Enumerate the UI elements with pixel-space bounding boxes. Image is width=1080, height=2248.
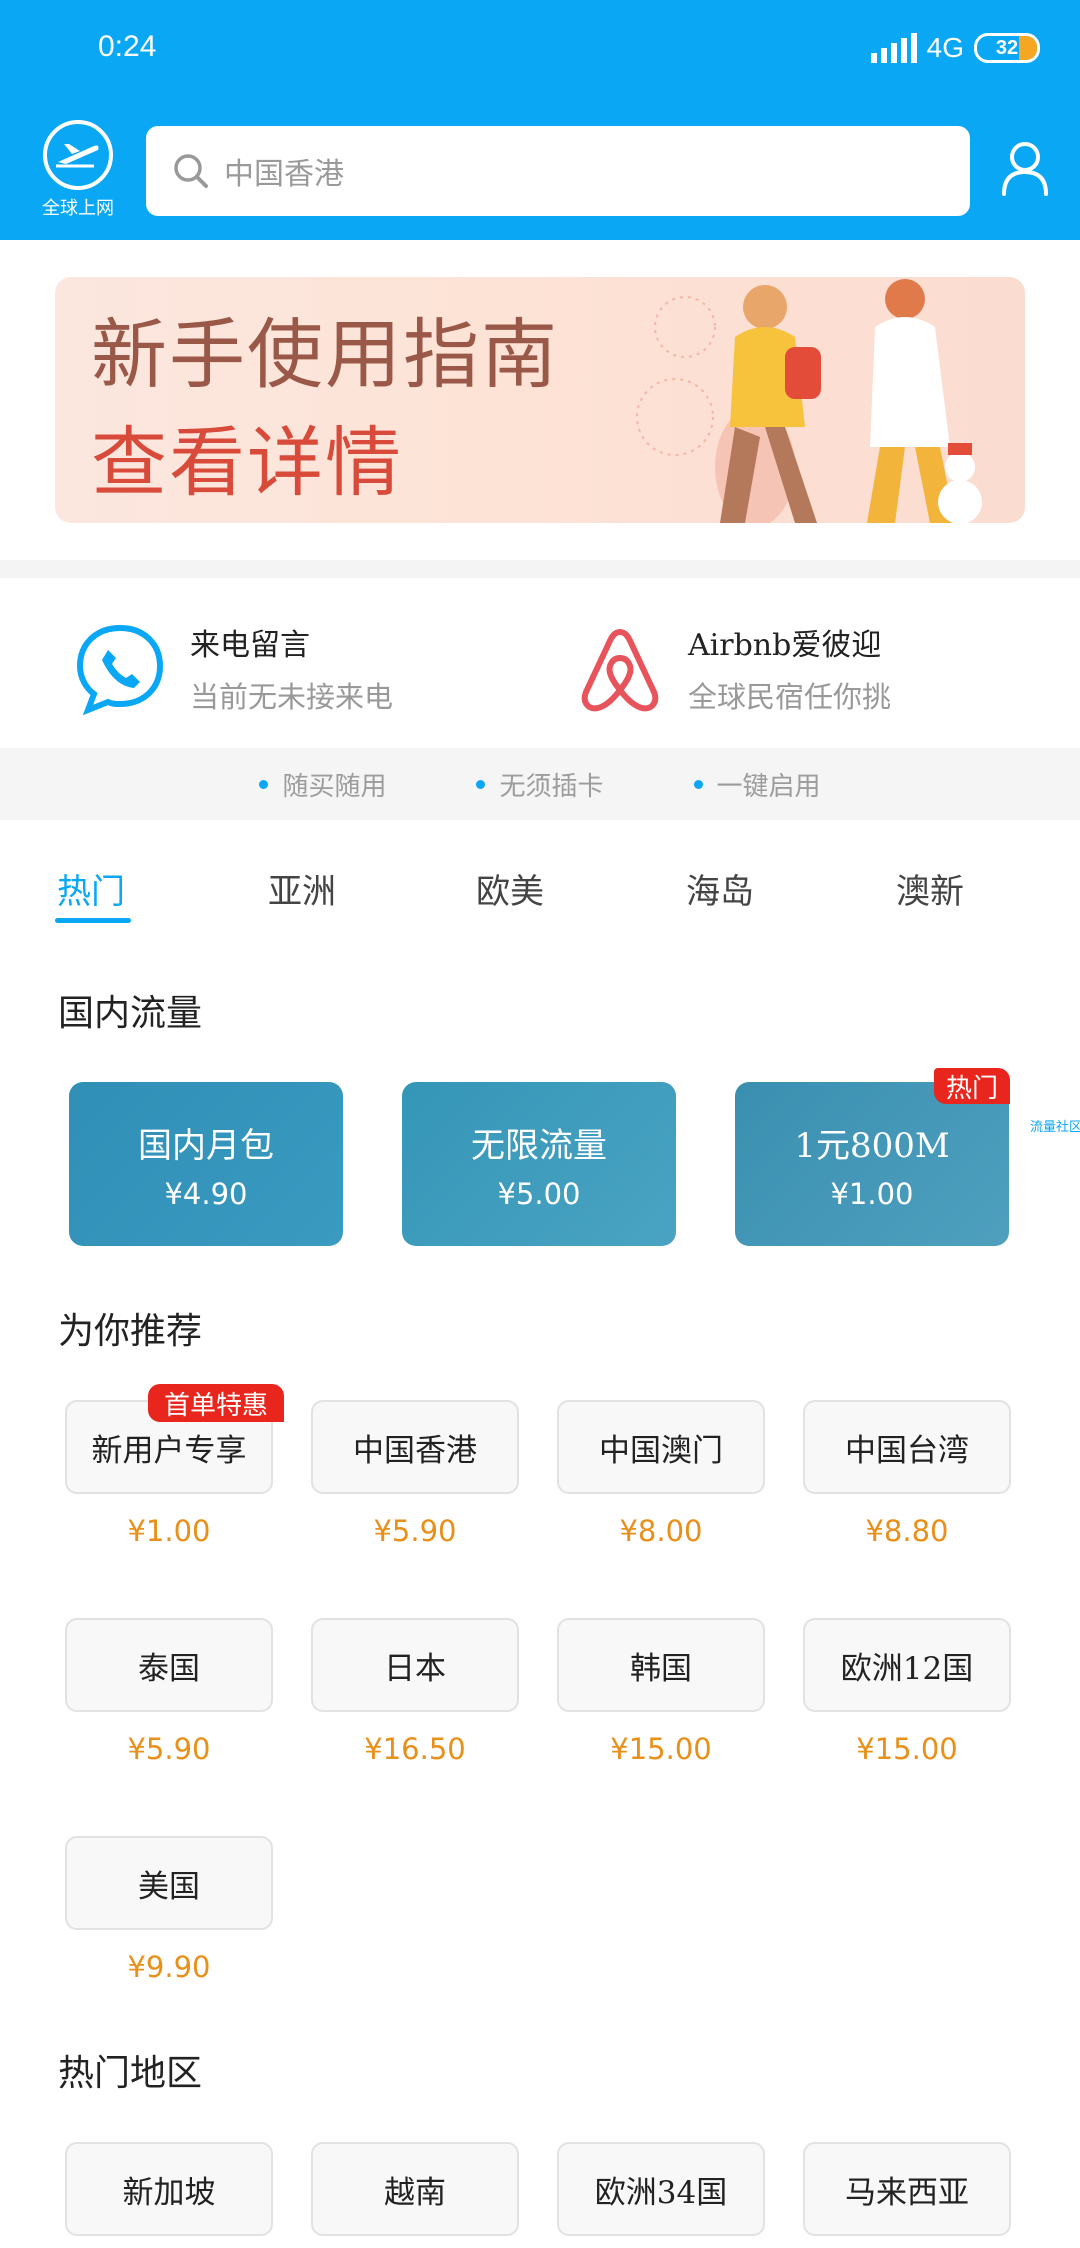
region-tabs: 热门 亚洲 欧美 海岛 澳新 — [0, 864, 1080, 936]
plan-chip[interactable]: 韩国 — [557, 1618, 765, 1712]
feature-item: 无须插卡 — [476, 766, 604, 803]
airbnb-icon — [581, 629, 659, 712]
network-label: 4G — [926, 32, 964, 63]
banner-illustration — [636, 279, 982, 523]
user-icon[interactable] — [1000, 140, 1050, 196]
domestic-card-price: ¥4.90 — [164, 1176, 248, 1211]
plan-price: ¥9.90 — [127, 1950, 211, 1984]
section-divider — [0, 560, 1080, 578]
plan-chip[interactable]: 中国澳门 — [557, 1400, 765, 1494]
region-chip[interactable]: 新加坡 — [65, 2142, 273, 2236]
tab-hot[interactable]: 热门 — [57, 864, 125, 913]
banner-subtitle: 查看详情 — [91, 418, 403, 507]
plan-price: ¥15.00 — [610, 1732, 712, 1766]
status-icons: 4G 32 — [870, 28, 1040, 68]
plan-chip[interactable]: 中国台湾 — [803, 1400, 1011, 1494]
plan-price: ¥15.00 — [856, 1732, 958, 1766]
domestic-card-name: 1元800M — [794, 1125, 950, 1166]
tab-oceania[interactable]: 澳新 — [896, 864, 964, 913]
search-placeholder: 中国香港 — [224, 157, 344, 192]
domestic-card[interactable]: 无限流量 ¥5.00 — [402, 1082, 676, 1246]
hot-badge: 热门 — [934, 1068, 1010, 1104]
search-icon — [174, 154, 208, 188]
plan-chip[interactable]: 美国 — [65, 1836, 273, 1930]
region-chip[interactable]: 马来西亚 — [803, 2142, 1011, 2236]
first-order-badge: 首单特惠 — [148, 1384, 284, 1422]
region-chip[interactable]: 欧洲34国 — [557, 2142, 765, 2236]
tab-europe-america[interactable]: 欧美 — [476, 864, 544, 913]
feature-item: 一键启用 — [693, 766, 821, 803]
app-logo[interactable]: 全球上网 — [36, 120, 120, 220]
voicemail-subtitle: 当前无未接来电 — [190, 680, 394, 714]
feature-item: 随买随用 — [259, 766, 386, 803]
plan-price: ¥16.50 — [364, 1732, 466, 1766]
airbnb-card[interactable]: Airbnb爱彼迎 全球民宿任你挑 — [578, 608, 891, 728]
domestic-section-title: 国内流量 — [58, 993, 203, 1034]
signal-icon — [870, 33, 917, 63]
voicemail-title: 来电留言 — [190, 628, 310, 663]
app-header: 0:24 4G 32 全球上网 中国香港 — [0, 0, 1080, 240]
status-time: 0:24 — [98, 30, 157, 63]
active-tab-indicator — [55, 918, 131, 923]
tab-islands[interactable]: 海岛 — [686, 864, 754, 913]
tab-asia[interactable]: 亚洲 — [268, 864, 336, 913]
hot-regions-section-title: 热门地区 — [58, 2053, 203, 2094]
plan-price: ¥8.80 — [865, 1514, 949, 1548]
feature-strip: 随买随用 无须插卡 一键启用 — [0, 748, 1080, 820]
banner-title: 新手使用指南 — [91, 310, 559, 399]
search-bar[interactable]: 中国香港 — [146, 126, 970, 216]
plane-icon — [43, 120, 113, 190]
plan-price: ¥5.90 — [373, 1514, 457, 1548]
region-chip[interactable]: 越南 — [311, 2142, 519, 2236]
phone-bubble-icon — [76, 624, 164, 716]
plan-chip[interactable]: 中国香港 — [311, 1400, 519, 1494]
battery-level: 32 — [995, 36, 1019, 59]
domestic-card-name: 国内月包 — [138, 1125, 274, 1166]
airbnb-subtitle: 全球民宿任你挑 — [688, 680, 892, 714]
plan-chip[interactable]: 欧洲12国 — [803, 1618, 1011, 1712]
airbnb-title: Airbnb爱彼迎 — [688, 628, 882, 663]
plan-chip[interactable]: 泰国 — [65, 1618, 273, 1712]
plan-price: ¥5.90 — [127, 1732, 211, 1766]
plan-price: ¥1.00 — [127, 1514, 211, 1548]
recommend-section-title: 为你推荐 — [58, 1311, 203, 1352]
guide-banner[interactable]: 新手使用指南 查看详情 — [55, 277, 1025, 523]
domestic-card[interactable]: 国内月包 ¥4.90 — [69, 1082, 343, 1246]
plan-price: ¥8.00 — [619, 1514, 703, 1548]
community-link[interactable]: 流量社区 — [1030, 1116, 1080, 1135]
domestic-card[interactable]: 1元800M ¥1.00 — [735, 1082, 1009, 1246]
logo-label: 全球上网 — [42, 198, 114, 218]
battery-icon: 32 — [974, 33, 1040, 63]
voicemail-card[interactable]: 来电留言 当前无未接来电 — [72, 608, 393, 728]
domestic-card-name: 无限流量 — [471, 1125, 607, 1166]
plan-chip[interactable]: 日本 — [311, 1618, 519, 1712]
domestic-card-price: ¥1.00 — [830, 1176, 914, 1211]
domestic-card-price: ¥5.00 — [497, 1176, 581, 1211]
